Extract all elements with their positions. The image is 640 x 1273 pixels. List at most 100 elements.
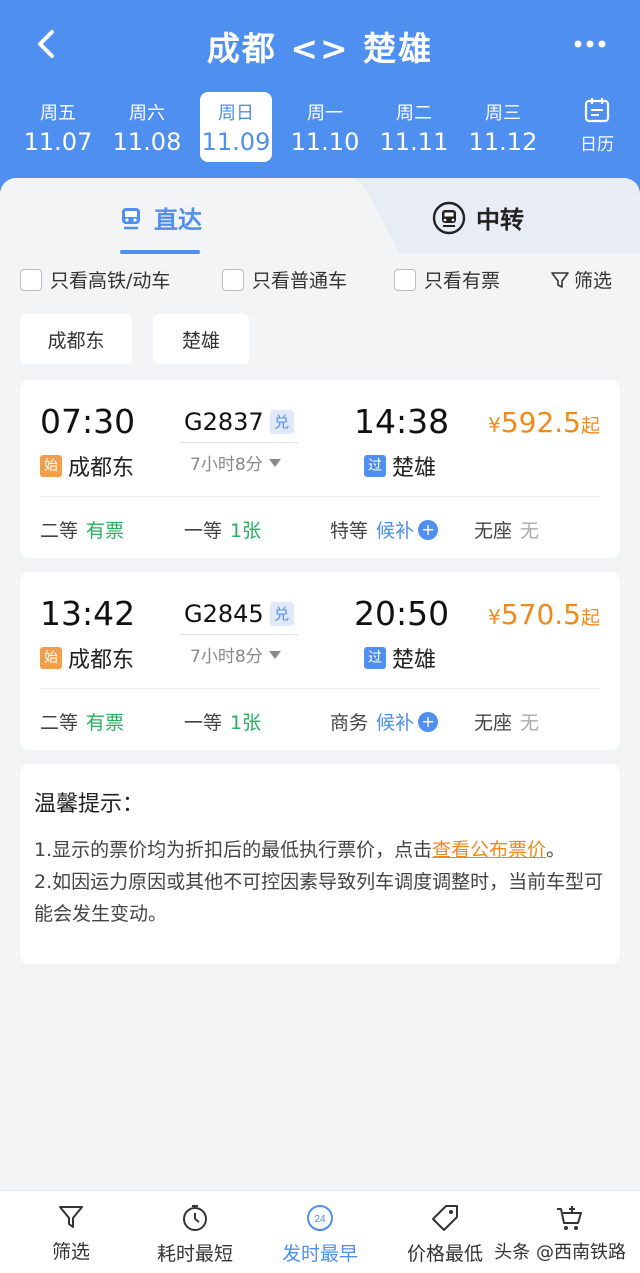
price: ¥570.5起	[488, 598, 600, 631]
price-currency: ¥	[488, 413, 501, 437]
date-tab[interactable]: 周一 11.10	[289, 92, 361, 162]
bottom-filter-button[interactable]: 筛选	[16, 1203, 126, 1264]
to-station-name: 楚雄	[392, 456, 437, 481]
departure-time: 07:30	[40, 402, 136, 441]
train-number-text: G2845	[184, 600, 264, 628]
tips-title: 温馨提示：	[34, 792, 145, 817]
date-weekday: 周五	[40, 103, 76, 124]
price-currency: ¥	[488, 605, 501, 629]
date-tab[interactable]: 周五 11.07	[22, 92, 94, 162]
tab-direct[interactable]: 直达	[118, 200, 202, 235]
train-icon	[122, 207, 140, 229]
page-title: 成都 <> 楚雄	[206, 29, 434, 68]
from-station-name: 成都东	[68, 456, 135, 481]
train-card[interactable]: 07:30 G2837 兑 7小时8分 14:38 ¥592.5起 始 成都东 …	[20, 380, 620, 558]
from-station-name: 成都东	[68, 648, 135, 673]
tips-line-2: 2.如因运力原因或其他不可控因素导致列车调度调整时，当前车型可能会发生变动。	[34, 871, 604, 925]
seat-first-class: 一等 1张	[184, 708, 261, 735]
pass-tag: 过	[364, 455, 386, 477]
to-station: 过 楚雄	[364, 450, 436, 482]
seat-availability: 无	[520, 712, 540, 734]
seat-availability: 无	[520, 520, 540, 542]
seat-availability: 有票	[86, 712, 125, 734]
seat-business[interactable]: 商务 候补 +	[330, 708, 439, 735]
date-tab[interactable]: 周二 11.11	[378, 92, 450, 162]
seat-first-class: 一等 1张	[184, 516, 261, 543]
duration[interactable]: 7小时8分	[190, 450, 281, 475]
pass-tag: 过	[364, 647, 386, 669]
seat-availability: 有票	[86, 520, 125, 542]
duration[interactable]: 7小时8分	[190, 642, 281, 667]
filter-label: 筛选	[573, 270, 612, 292]
sort-earliest-button[interactable]: 24 发时最早	[265, 1203, 375, 1266]
calendar-button[interactable]: 日历	[566, 96, 628, 158]
calendar-label: 日历	[580, 135, 614, 155]
station-chip-from[interactable]: 成都东	[20, 314, 132, 364]
dropdown-triangle-icon	[268, 650, 281, 659]
checkbox-box	[20, 268, 42, 291]
duration-text: 7小时8分	[190, 647, 263, 667]
tab-active-indicator	[120, 250, 200, 254]
exchange-badge: 兑	[269, 602, 294, 626]
more-button[interactable]	[570, 26, 610, 62]
checkbox-label: 只看普通车	[252, 270, 348, 292]
duration-line	[180, 442, 298, 443]
timer-icon	[183, 1205, 207, 1231]
date-value: 11.12	[468, 128, 538, 156]
train-card[interactable]: 13:42 G2845 兑 7小时8分 20:50 ¥570.5起 始 成都东 …	[20, 572, 620, 750]
seat-standing: 无座 无	[474, 516, 539, 543]
cart-button[interactable]	[514, 1203, 624, 1239]
date-tab[interactable]: 周六 11.08	[111, 92, 183, 162]
bottom-label: 耗时最短	[156, 1243, 233, 1265]
date-value: 11.07	[23, 128, 93, 156]
seat-availability: 1张	[230, 520, 262, 542]
to-station: 过 楚雄	[364, 642, 436, 674]
start-tag: 始	[40, 455, 62, 477]
sort-shortest-button[interactable]: 耗时最短	[140, 1203, 250, 1266]
bottom-label: 价格最低	[406, 1243, 483, 1265]
add-waitlist-icon[interactable]: +	[418, 519, 439, 540]
tab-transfer-label: 中转	[476, 206, 524, 234]
seat-name: 一等	[184, 520, 223, 542]
seat-name: 无座	[474, 712, 513, 734]
date-tab-selected[interactable]: 周日 11.09	[200, 92, 272, 162]
seat-standing: 无座 无	[474, 708, 539, 735]
price-value: 570.5	[500, 598, 581, 631]
station-chip-to[interactable]: 楚雄	[153, 314, 249, 364]
available-only-checkbox[interactable]: 只看有票	[394, 266, 500, 293]
seat-name: 二等	[40, 520, 79, 542]
more-dots-icon	[574, 40, 606, 48]
date-weekday: 周二	[396, 103, 432, 124]
date-weekday: 周三	[485, 103, 521, 124]
date-selector: 周五 11.07 周六 11.08 周日 11.09 周一 11.10 周二 1…	[14, 92, 554, 162]
24h-icon: 24	[307, 1205, 333, 1231]
seat-availability: 1张	[230, 712, 262, 734]
add-waitlist-icon[interactable]: +	[418, 711, 439, 732]
duration-text: 7小时8分	[190, 455, 263, 475]
tips-panel: 温馨提示： 1.显示的票价均为折扣后的最低执行票价，点击查看公布票价。 2.如因…	[20, 764, 620, 964]
tab-transfer[interactable]: 中转	[432, 200, 524, 235]
start-tag: 始	[40, 647, 62, 669]
bottom-label: 发时最早	[281, 1243, 358, 1265]
sort-cheapest-button[interactable]: 价格最低	[390, 1203, 500, 1266]
date-value: 11.11	[379, 128, 449, 156]
from-station: 始 成都东	[40, 450, 134, 482]
filter-row: 只看高铁/动车 只看普通车 只看有票 筛选	[20, 266, 620, 296]
seat-name: 二等	[40, 712, 79, 734]
filter-button[interactable]: 筛选	[550, 266, 612, 293]
high-speed-checkbox[interactable]: 只看高铁/动车	[20, 266, 170, 293]
seat-premium[interactable]: 特等 候补 +	[330, 516, 439, 543]
date-value: 11.08	[112, 128, 182, 156]
normal-train-checkbox[interactable]: 只看普通车	[222, 266, 347, 293]
tips-text: 。	[546, 839, 566, 861]
duration-line	[180, 634, 298, 635]
seat-name: 无座	[474, 520, 513, 542]
filter-icon	[59, 1206, 83, 1228]
mode-tabs: 直达 中转	[0, 178, 640, 254]
filter-icon	[551, 271, 569, 288]
seat-availability: 候补	[376, 520, 415, 542]
tips-text: 1.显示的票价均为折扣后的最低执行票价，点击	[34, 839, 433, 861]
price: ¥592.5起	[488, 406, 600, 439]
view-published-price-link[interactable]: 查看公布票价	[432, 839, 546, 861]
date-tab[interactable]: 周三 11.12	[467, 92, 539, 162]
